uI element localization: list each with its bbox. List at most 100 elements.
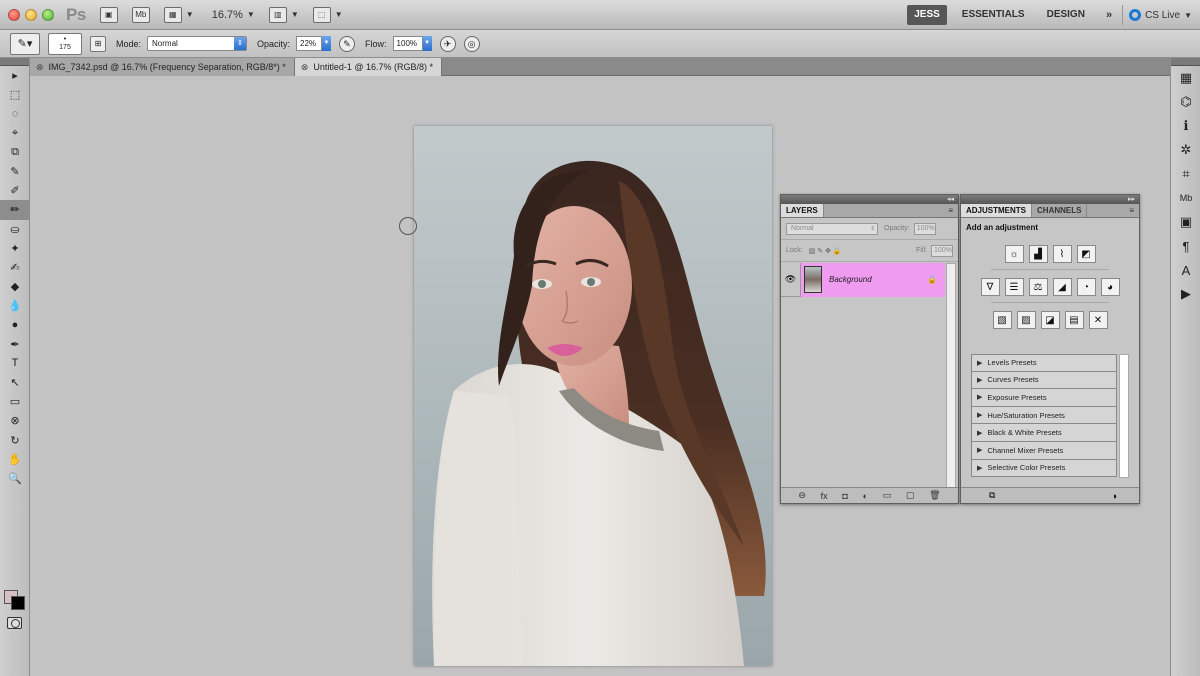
flow-slider-arrow-icon[interactable]: ▼	[422, 36, 432, 51]
quick-selection-tool-icon[interactable]: ⌖	[0, 124, 30, 143]
toggle-visibility-icon[interactable]: ◑	[1112, 491, 1117, 501]
layers-panel-titlebar[interactable]: ◂◂	[781, 195, 958, 204]
tab-layers[interactable]: LAYERS	[781, 204, 824, 217]
paragraph-panel-icon[interactable]: ¶	[1171, 234, 1200, 258]
pressure-size-icon[interactable]: ◎	[463, 35, 480, 52]
close-tab-icon[interactable]: ⊗	[36, 58, 44, 76]
new-layer-icon[interactable]: ▢	[906, 490, 915, 501]
lasso-tool-icon[interactable]: ◌	[0, 104, 30, 123]
invert-icon[interactable]: ▧	[992, 311, 1012, 329]
adjustment-layer-icon[interactable]: ◐	[863, 491, 868, 501]
lock-options-icons[interactable]: ▨ ✎ ✥ 🔒	[809, 247, 842, 255]
workspace-design[interactable]: DESIGN	[1036, 0, 1096, 30]
adjustments-panel-menu-icon[interactable]: ≡	[1124, 204, 1139, 217]
collapse-icon[interactable]: ▸▸	[1128, 195, 1135, 204]
tab-untitled-1[interactable]: ⊗ Untitled-1 @ 16.7% (RGB/8) *	[294, 58, 443, 76]
zoom-chevron-down-icon[interactable]: ▼	[247, 10, 255, 19]
3d-orbit-tool-icon[interactable]: ↻	[0, 431, 30, 450]
animation-panel-icon[interactable]: ▶	[1171, 282, 1200, 306]
cs-live-button[interactable]: CS Live ▼	[1122, 5, 1200, 25]
preset-exposure[interactable]: ▶ Exposure Presets	[971, 389, 1117, 407]
background-color-swatch[interactable]	[11, 596, 25, 610]
brush-preset-picker[interactable]: • 175	[48, 32, 82, 55]
exposure-icon[interactable]: ◩	[1076, 245, 1096, 263]
launch-bridge-icon[interactable]: ▣	[99, 6, 118, 23]
tools-panel-grip[interactable]	[0, 58, 29, 66]
history-brush-tool-icon[interactable]: ✦	[0, 239, 30, 258]
opacity-input[interactable]: 22%	[296, 36, 323, 51]
type-tool-icon[interactable]: T	[0, 354, 30, 373]
flow-input[interactable]: 100%	[392, 36, 423, 51]
navigator-panel-icon[interactable]: ⌬	[1171, 90, 1200, 114]
curves-icon[interactable]: ⌇	[1052, 245, 1072, 263]
adjustments-panel-titlebar[interactable]: ▸▸	[961, 195, 1139, 204]
layers-scrollbar[interactable]	[946, 263, 956, 489]
preset-levels[interactable]: ▶ Levels Presets	[971, 354, 1117, 372]
hand-tool-icon[interactable]: ✋	[0, 450, 30, 469]
arrange-chevron-down-icon[interactable]: ▼	[291, 10, 299, 19]
zoom-window-button[interactable]	[42, 8, 54, 21]
preset-black-white[interactable]: ▶ Black & White Presets	[971, 424, 1117, 442]
brush-panel-toggle-icon[interactable]: ⊞	[90, 35, 106, 52]
move-tool-icon[interactable]: ▸	[0, 66, 30, 85]
zoom-tool-icon[interactable]: 🔍	[0, 469, 30, 488]
paint-bucket-tool-icon[interactable]: ◆	[0, 277, 30, 296]
add-mask-icon[interactable]: ◘	[842, 491, 847, 501]
brush-panel-icon[interactable]: ✲	[1171, 138, 1200, 162]
selective-color-icon[interactable]: ✕	[1088, 311, 1108, 329]
crop-tool-icon[interactable]: ⧉	[0, 143, 30, 162]
channel-mixer-icon[interactable]: ◕	[1100, 278, 1120, 296]
posterize-icon[interactable]: ▨	[1016, 311, 1036, 329]
character-panel-icon[interactable]: A	[1171, 258, 1200, 282]
gradient-map-icon[interactable]: ▤	[1064, 311, 1084, 329]
blend-mode-select[interactable]: Normal ⇕	[786, 222, 878, 235]
rectangle-tool-icon[interactable]: ▭	[0, 392, 30, 411]
zoom-level[interactable]: 16.7%	[212, 9, 243, 21]
visibility-eye-icon[interactable]: 👁	[781, 262, 801, 297]
hue-saturation-icon[interactable]: ☰	[1004, 278, 1024, 296]
preset-selective-color[interactable]: ▶ Selective Color Presets	[971, 459, 1117, 478]
screen-mode-chevron-down-icon[interactable]: ▼	[335, 10, 343, 19]
color-balance-icon[interactable]: ⚖	[1028, 278, 1048, 296]
layer-opacity-input[interactable]: 100%	[913, 222, 936, 235]
black-white-icon[interactable]: ◢	[1052, 278, 1072, 296]
healing-brush-tool-icon[interactable]: ✐	[0, 181, 30, 200]
adjustments-scrollbar[interactable]	[1119, 354, 1129, 478]
quick-mask-icon[interactable]	[7, 617, 22, 629]
minimize-window-button[interactable]	[25, 8, 37, 21]
layer-row-background[interactable]: 👁 Background 🔒	[781, 262, 945, 297]
pen-tool-icon[interactable]: ✒	[0, 335, 30, 354]
marquee-tool-icon[interactable]: ⬚	[0, 85, 30, 104]
eraser-tool-icon[interactable]: ✍	[0, 258, 30, 277]
info-panel-icon[interactable]: ℹ	[1171, 114, 1200, 138]
delete-layer-icon[interactable]: 🗑	[929, 490, 940, 501]
view-extras-chevron-down-icon[interactable]: ▼	[186, 10, 194, 19]
tab-adjustments[interactable]: ADJUSTMENTS	[961, 204, 1033, 217]
path-selection-tool-icon[interactable]: ↖	[0, 373, 30, 392]
link-layers-icon[interactable]: ⊖	[798, 490, 806, 501]
tab-img-7342[interactable]: ⊗ IMG_7342.psd @ 16.7% (Frequency Separa…	[30, 58, 295, 76]
screen-mode-icon[interactable]: ⬚	[312, 6, 331, 23]
new-group-icon[interactable]: ▭	[883, 490, 892, 501]
levels-icon[interactable]: ▟	[1028, 245, 1048, 263]
preset-hue-saturation[interactable]: ▶ Hue/Saturation Presets	[971, 406, 1117, 425]
airbrush-icon[interactable]: ✈	[439, 35, 456, 52]
brush-tool-icon[interactable]: ✏	[0, 200, 30, 220]
threshold-icon[interactable]: ◪	[1040, 311, 1060, 329]
clone-stamp-tool-icon[interactable]: ⛀	[0, 220, 30, 239]
mode-select[interactable]: Normal ⇕	[147, 36, 248, 51]
mini-bridge-panel-icon[interactable]: Mb	[1171, 186, 1200, 210]
layer-style-icon[interactable]: fx	[821, 491, 828, 501]
clip-to-layer-icon[interactable]: ⧉	[989, 490, 995, 501]
eyedropper-tool-icon[interactable]: ✎	[0, 162, 30, 181]
tab-channels[interactable]: CHANNELS	[1032, 204, 1088, 217]
vibrance-icon[interactable]: ∇	[980, 278, 1000, 296]
launch-mini-bridge-icon[interactable]: Mb	[131, 6, 150, 23]
pressure-opacity-icon[interactable]: ✎	[339, 35, 356, 52]
actions-panel-icon[interactable]: ▣	[1171, 210, 1200, 234]
more-workspaces-icon[interactable]: »	[1096, 9, 1122, 21]
tool-preset-picker[interactable]: ✎▾	[10, 32, 40, 55]
layer-body[interactable]: Background 🔒	[801, 262, 945, 297]
layers-panel-menu-icon[interactable]: ≡	[943, 204, 958, 217]
document-canvas[interactable]	[414, 126, 772, 666]
